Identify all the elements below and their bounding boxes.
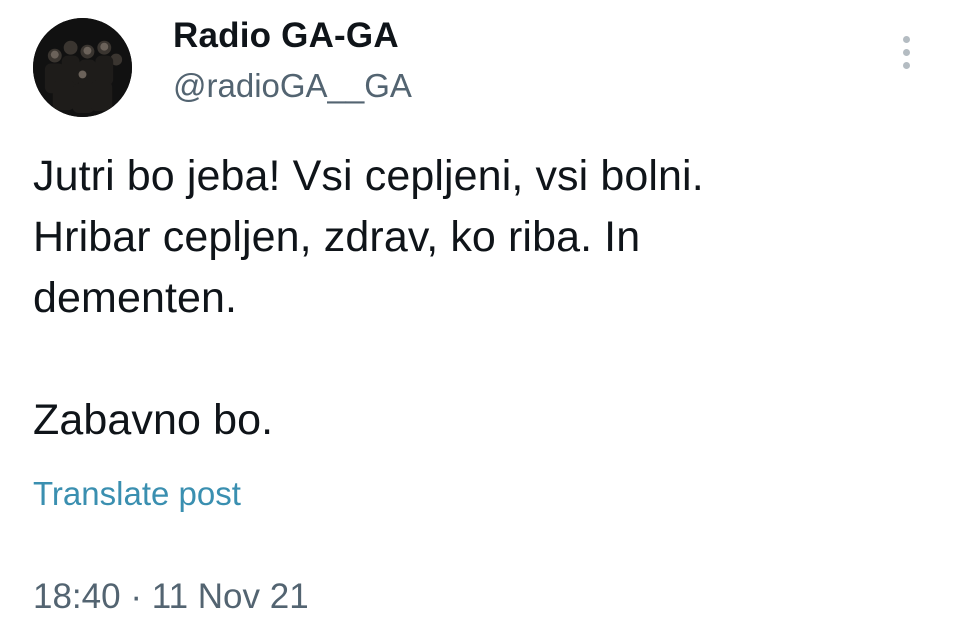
tweet-date: 11 Nov 21 xyxy=(151,577,309,616)
translate-post-link[interactable]: Translate post xyxy=(33,474,241,514)
author-display-name[interactable]: Radio GA-GA xyxy=(173,16,399,56)
band-photo-avatar-icon xyxy=(33,18,132,117)
more-vertical-icon-dot xyxy=(903,49,910,56)
more-vertical-icon-dot xyxy=(903,62,910,69)
more-options-button[interactable] xyxy=(893,32,921,72)
tweet-timestamp[interactable]: 18:40 · 11 Nov 21 xyxy=(33,574,309,620)
tweet-time: 18:40 xyxy=(33,577,121,616)
meta-separator: · xyxy=(130,577,142,616)
avatar[interactable] xyxy=(33,18,132,117)
more-vertical-icon xyxy=(903,36,910,43)
author-handle[interactable]: @radioGA__GA xyxy=(173,67,412,105)
tweet-text: Jutri bo jeba! Vsi cepljeni, vsi bolni. … xyxy=(33,152,704,444)
